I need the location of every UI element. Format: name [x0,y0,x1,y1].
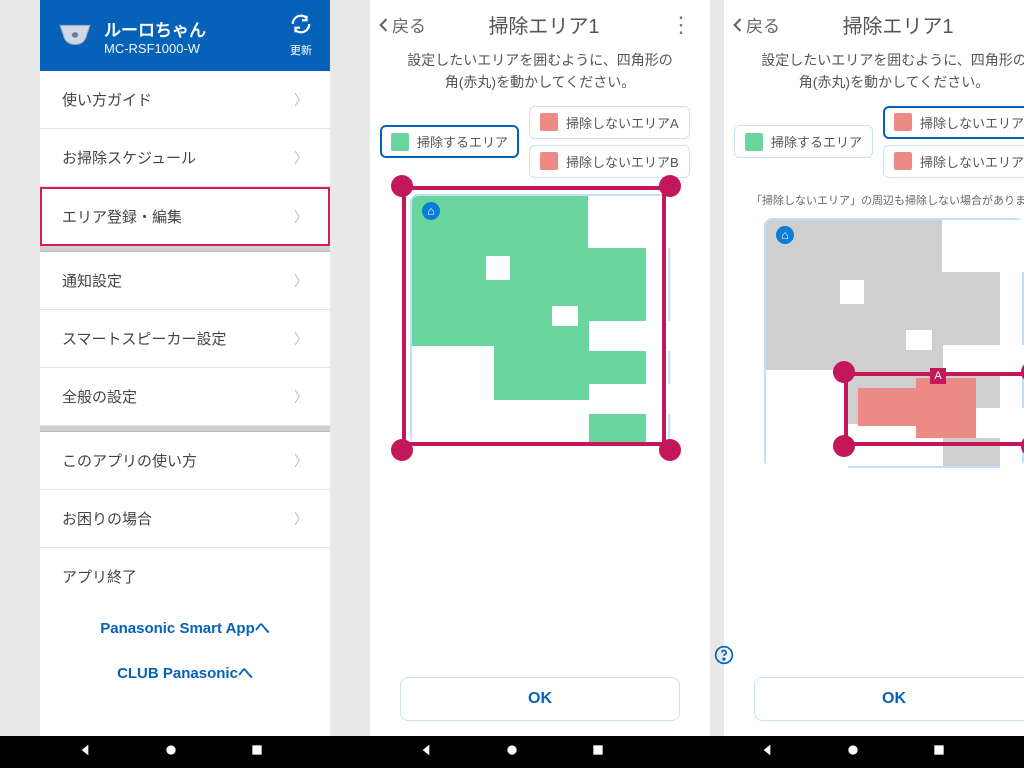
zone-handle[interactable] [659,175,681,197]
chevron-right-icon: 〉 [294,509,308,529]
link-smart-app[interactable]: Panasonic Smart Appへ [40,605,330,650]
nav-back-icon[interactable] [759,742,775,763]
menu-item-smart-speaker[interactable]: スマートスピーカー設定 〉 [40,310,330,368]
menu-item-quit[interactable]: アプリ終了 [40,548,330,605]
device-model: MC-RSF1000-W [104,41,290,56]
menu-item-trouble[interactable]: お困りの場合 〉 [40,490,330,548]
chevron-right-icon: 〉 [294,271,308,291]
nav-home-icon[interactable] [163,742,179,763]
legend-skip-area-a[interactable]: 掃除しないエリアA [529,106,690,139]
chevron-right-icon: 〉 [294,207,308,227]
menu-item-app-howto[interactable]: このアプリの使い方 〉 [40,432,330,490]
chevron-right-icon: 〉 [294,387,308,407]
chevron-right-icon: 〉 [294,90,308,110]
device-icon [58,22,92,50]
pane-instruction: 設定したいエリアを囲むように、四角形の 角(赤丸)を動かしてください。 [370,49,710,102]
refresh-button[interactable]: 更新 [290,13,312,58]
refresh-label: 更新 [290,42,312,58]
pane-title: 掃除エリア1 [780,10,1016,39]
legend-clean-area[interactable]: 掃除するエリア [734,125,873,158]
pane-clean-area: 戻る 掃除エリア1 ⋮ 設定したいエリアを囲むように、四角形の 角(赤丸)を動か… [370,0,710,736]
chevron-right-icon: 〉 [294,329,308,349]
map-editor[interactable] [370,188,710,637]
nav-recent-icon[interactable] [249,742,265,763]
menu-item-guide[interactable]: 使い方ガイド 〉 [40,71,330,129]
skip-note: 「掃除しないエリア」の周辺も掃除しない場合があります [724,188,1024,212]
ok-button[interactable]: OK [400,677,680,721]
pane-title: 掃除エリア1 [426,10,662,39]
nav-home-icon[interactable] [845,742,861,763]
settings-menu: ルーロちゃん MC-RSF1000-W 更新 使い方ガイド 〉 お掃除スケジュー… [40,0,330,736]
legend-skip-area-a[interactable]: 掃除しないエリアA [883,106,1024,139]
zone-handle[interactable] [391,175,413,197]
zone-label-a: A [930,368,946,384]
legend-clean-area[interactable]: 掃除するエリア [380,125,519,158]
nav-back-icon[interactable] [77,742,93,763]
pane-skip-area: 戻る 掃除エリア1 ⋮ 設定したいエリアを囲むように、四角形の 角(赤丸)を動か… [724,0,1024,736]
home-icon [776,226,794,244]
pane-instruction: 設定したいエリアを囲むように、四角形の 角(赤丸)を動かしてください。 [724,49,1024,102]
nav-home-icon[interactable] [504,742,520,763]
device-name: ルーロちゃん [104,16,290,41]
nav-recent-icon[interactable] [931,742,947,763]
link-club-panasonic[interactable]: CLUB Panasonicへ [40,650,330,695]
android-nav-bar [0,736,1024,768]
chevron-right-icon: 〉 [294,451,308,471]
chevron-right-icon: 〉 [294,148,308,168]
menu-header: ルーロちゃん MC-RSF1000-W 更新 [40,0,330,71]
zone-handle[interactable] [833,361,855,383]
legend-skip-area-b[interactable]: 掃除しないエリアB [883,145,1024,178]
zone-handle[interactable] [833,435,855,457]
menu-item-area-edit[interactable]: エリア登録・編集 〉 [40,187,330,246]
menu-item-schedule[interactable]: お掃除スケジュール 〉 [40,129,330,187]
kebab-menu-icon[interactable]: ⋮ [662,14,700,36]
zone-handle[interactable] [391,439,413,461]
kebab-menu-icon[interactable]: ⋮ [1016,14,1024,36]
nav-back-icon[interactable] [418,742,434,763]
help-icon[interactable] [714,645,734,665]
ok-button[interactable]: OK [754,677,1024,721]
clean-zone-rect[interactable] [402,186,666,446]
zone-handle[interactable] [659,439,681,461]
menu-item-general[interactable]: 全般の設定 〉 [40,368,330,426]
back-button[interactable]: 戻る [728,12,780,37]
menu-item-notifications[interactable]: 通知設定 〉 [40,252,330,310]
skip-zone-rect[interactable]: A [844,372,1024,446]
nav-recent-icon[interactable] [590,742,606,763]
back-button[interactable]: 戻る [374,12,426,37]
map-editor[interactable]: A [724,212,1024,637]
legend-skip-area-b[interactable]: 掃除しないエリアB [529,145,690,178]
